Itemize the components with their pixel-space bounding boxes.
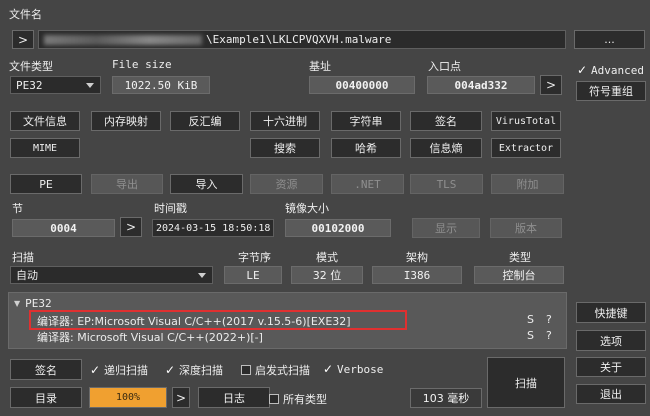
endian-value: LE xyxy=(224,266,282,284)
endian-label: 字节序 xyxy=(238,251,271,264)
scan-time-value: 103 毫秒 xyxy=(410,388,482,408)
path-blur-region xyxy=(44,34,202,45)
results-group-label: PE32 xyxy=(25,297,52,310)
file-type-select[interactable]: PE32 xyxy=(10,76,101,94)
base-address-value: 00400000 xyxy=(309,76,415,94)
file-size-value: 1022.50 KiB xyxy=(112,76,210,94)
arch-label: 架构 xyxy=(406,251,428,264)
result-item-1-q[interactable]: ? xyxy=(546,313,552,326)
file-info-button[interactable]: 文件信息 xyxy=(10,111,80,131)
progress-nav-button[interactable]: > xyxy=(172,387,190,408)
scan-label: 扫描 xyxy=(12,251,34,264)
timestamp-label: 时间戳 xyxy=(154,202,187,215)
arch-value: I386 xyxy=(372,266,462,284)
entry-point-label: 入口点 xyxy=(428,60,461,73)
timestamp-value: 2024-03-15 18:50:18 xyxy=(152,219,274,237)
base-address-label: 基址 xyxy=(309,60,331,73)
recursive-scan-checkbox[interactable]: ✓ 递归扫描 xyxy=(90,362,148,378)
entry-point-nav-button[interactable]: > xyxy=(540,75,562,95)
image-size-label: 镜像大小 xyxy=(285,202,329,215)
section-label: 节 xyxy=(12,202,23,215)
deep-scan-checkbox[interactable]: ✓ 深度扫描 xyxy=(165,362,223,378)
file-size-label: File size xyxy=(112,58,172,71)
checkbox-empty-icon xyxy=(241,365,251,375)
browse-button[interactable]: ... xyxy=(574,30,645,49)
log-button[interactable]: 日志 xyxy=(198,387,270,408)
shortcuts-button[interactable]: 快捷键 xyxy=(576,302,646,323)
recursive-scan-label: 递归扫描 xyxy=(104,364,148,377)
advanced-checkbox[interactable]: ✓ Advanced xyxy=(577,63,644,77)
export-button[interactable]: 导出 xyxy=(91,174,163,194)
type-label: 类型 xyxy=(509,251,531,264)
section-nav-button[interactable]: > xyxy=(120,217,142,237)
checkbox-empty-icon xyxy=(269,394,279,404)
all-types-label: 所有类型 xyxy=(283,393,327,406)
scan-button[interactable]: 扫描 xyxy=(487,357,565,408)
type-value: 控制台 xyxy=(474,266,564,284)
verbose-checkbox[interactable]: ✓ Verbose xyxy=(323,362,383,376)
mode-label: 模式 xyxy=(316,251,338,264)
pe-button[interactable]: PE xyxy=(10,174,82,194)
show-button[interactable]: 显示 xyxy=(412,218,480,238)
search-button[interactable]: 搜索 xyxy=(250,138,320,158)
result-item-2[interactable]: 编译器: Microsoft Visual C/C++(2022+)[-] xyxy=(37,329,263,345)
results-group-row[interactable]: ▼ PE32 xyxy=(14,297,52,310)
chevron-down-icon xyxy=(86,83,94,88)
directory-button[interactable]: 目录 xyxy=(10,387,82,408)
deep-scan-label: 深度扫描 xyxy=(179,364,223,377)
entry-point-value: 004ad332 xyxy=(427,76,535,94)
result-item-1[interactable]: 编译器: EP:Microsoft Visual C/C++(2017 v.15… xyxy=(37,313,351,329)
hex-button[interactable]: 十六进制 xyxy=(250,111,320,131)
symbol-rebuild-button[interactable]: 符号重组 xyxy=(576,81,646,101)
result-item-2-s[interactable]: S xyxy=(527,329,534,342)
strings-button[interactable]: 字符串 xyxy=(331,111,401,131)
file-type-value: PE32 xyxy=(16,78,43,92)
signature-tool-button[interactable]: 签名 xyxy=(410,111,482,131)
version-button[interactable]: 版本 xyxy=(490,218,562,238)
scan-progress-bar: 100% xyxy=(89,387,167,408)
verbose-label: Verbose xyxy=(337,362,384,376)
check-icon: ✓ xyxy=(323,362,334,376)
file-type-label: 文件类型 xyxy=(9,60,53,73)
chevron-down-icon xyxy=(198,273,206,278)
file-name-label: 文件名 xyxy=(9,8,42,21)
check-icon: ✓ xyxy=(90,363,101,377)
check-icon: ✓ xyxy=(165,363,176,377)
virustotal-button[interactable]: VirusTotal xyxy=(491,111,561,131)
entropy-button[interactable]: 信息熵 xyxy=(410,138,482,158)
file-nav-button[interactable]: > xyxy=(12,30,34,49)
overlay-button[interactable]: 附加 xyxy=(491,174,564,194)
section-count-value: 0004 xyxy=(12,219,115,237)
signature-button[interactable]: 签名 xyxy=(10,359,82,380)
tls-button[interactable]: TLS xyxy=(410,174,483,194)
exit-button[interactable]: 退出 xyxy=(576,384,646,404)
about-button[interactable]: 关于 xyxy=(576,357,646,377)
progress-text: 100% xyxy=(115,392,141,403)
heuristic-scan-checkbox[interactable]: 启发式扫描 xyxy=(241,362,310,378)
results-panel: ▼ PE32 编译器: EP:Microsoft Visual C/C++(20… xyxy=(8,292,567,349)
options-button[interactable]: 选项 xyxy=(576,330,646,351)
heuristic-scan-label: 启发式扫描 xyxy=(255,364,310,377)
bits-value: 32 位 xyxy=(291,266,363,284)
advanced-label: Advanced xyxy=(591,63,644,77)
check-icon: ✓ xyxy=(577,63,588,77)
scan-mode-value: 自动 xyxy=(16,269,38,282)
dotnet-button[interactable]: .NET xyxy=(331,174,404,194)
mime-button[interactable]: MIME xyxy=(10,138,80,158)
expand-triangle-icon: ▼ xyxy=(14,299,21,308)
all-types-checkbox[interactable]: 所有类型 xyxy=(269,391,327,407)
memory-map-button[interactable]: 内存映射 xyxy=(91,111,161,131)
image-size-value: 00102000 xyxy=(285,219,391,237)
extractor-button[interactable]: Extractor xyxy=(491,138,561,158)
resources-button[interactable]: 资源 xyxy=(250,174,323,194)
result-item-2-q[interactable]: ? xyxy=(546,329,552,342)
disassembly-button[interactable]: 反汇编 xyxy=(170,111,240,131)
hash-button[interactable]: 哈希 xyxy=(331,138,401,158)
scan-mode-select[interactable]: 自动 xyxy=(10,266,213,284)
file-path-input[interactable]: \Example1\LKLCPVQXVH.malware xyxy=(38,30,566,49)
file-path-text: \Example1\LKLCPVQXVH.malware xyxy=(206,33,392,46)
result-item-1-s[interactable]: S xyxy=(527,313,534,326)
import-button[interactable]: 导入 xyxy=(170,174,243,194)
